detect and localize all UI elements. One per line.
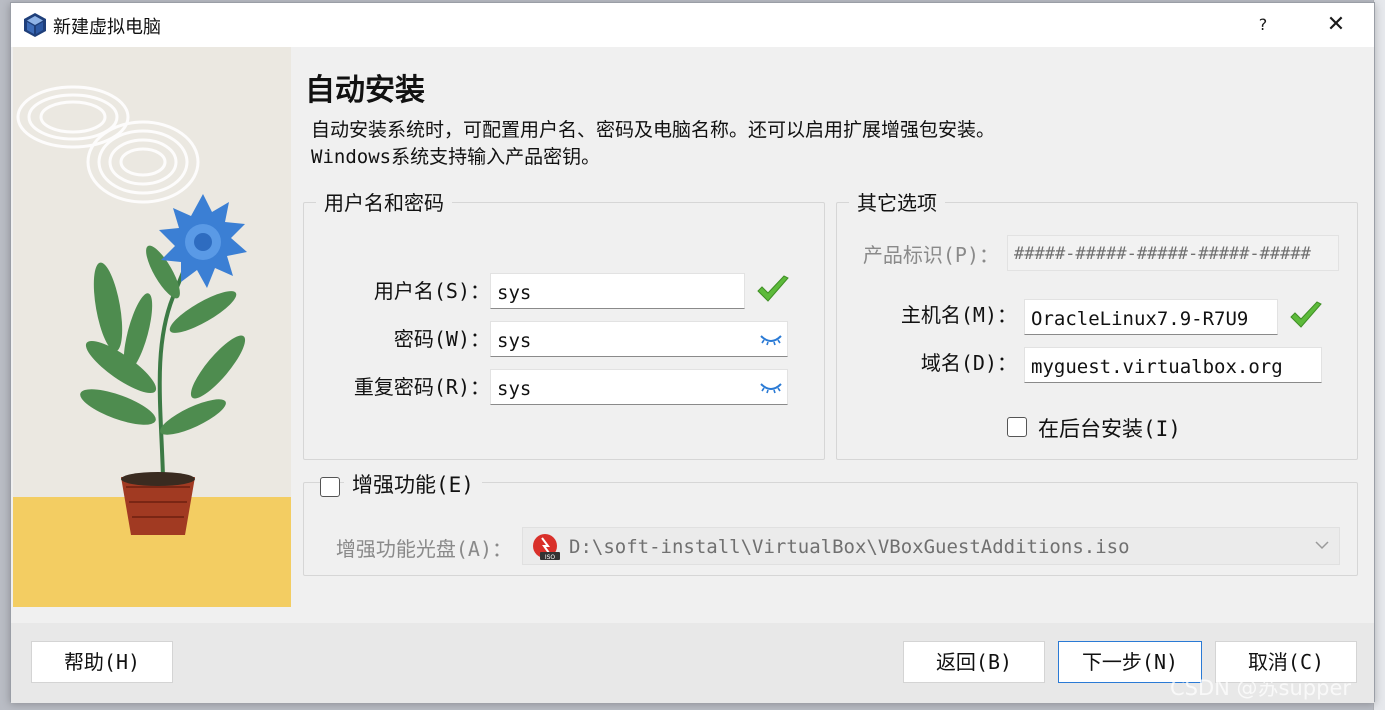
window-title: 新建虚拟电脑 [53,17,161,38]
username-field[interactable]: sys [490,273,745,309]
guest-additions-iso-label: 增强功能光盘(A)： [335,537,512,561]
help-title-button[interactable]: ? [1243,9,1283,41]
back-button[interactable]: 返回(B) [903,641,1045,683]
guest-additions-group: 增强功能(E) 增强功能光盘(A)： ISO D:\soft-install\V… [303,469,1358,576]
repeat-password-field[interactable]: sys [490,369,788,405]
show-repeat-password-eye-icon[interactable] [760,381,782,395]
guest-additions-iso-combo: ISO D:\soft-install\VirtualBox\VBoxGuest… [522,527,1340,565]
hostname-valid-check-icon [1290,301,1322,328]
guest-additions-checkbox[interactable] [320,477,340,497]
page-description-line2: Windows系统支持输入产品密钥。 [311,146,601,168]
hostname-field[interactable]: OracleLinux7.9-R7U9 [1024,299,1278,335]
close-window-button[interactable]: ✕ [1314,9,1358,41]
repeat-password-label: 重复密码(R)： [353,375,490,399]
username-label: 用户名(S)： [373,279,490,303]
guest-additions-checkbox-label[interactable]: 增强功能(E) [344,469,482,499]
page-description-line1: 自动安装系统时，可配置用户名、密码及电脑名称。还可以启用扩展增强包安装。 [311,119,996,141]
other-options-group: 其它选项 产品标识(P)： #####-#####-#####-#####-##… [836,187,1358,460]
show-password-eye-icon[interactable] [760,333,782,347]
guest-additions-iso-value: D:\soft-install\VirtualBox\VBoxGuestAddi… [569,536,1130,558]
username-password-group-title: 用户名和密码 [316,187,452,216]
product-key-label: 产品标识(P)： [862,243,999,267]
wizard-content: 自动安装 自动安装系统时，可配置用户名、密码及电脑名称。还可以启用扩展增强包安装… [291,47,1374,623]
hostname-label: 主机名(M)： [900,303,1017,327]
csdn-watermark: CSDN @苏supper [1170,676,1352,700]
title-bar: 新建虚拟电脑 ? ✕ [11,3,1374,47]
background-install-label[interactable]: 在后台安装(I) [1038,413,1181,443]
chevron-down-icon [1315,541,1329,550]
iso-disc-icon: ISO [533,534,560,561]
page-description: 自动安装系统时，可配置用户名、密码及电脑名称。还可以启用扩展增强包安装。 Win… [311,117,995,171]
help-button[interactable]: 帮助(H) [31,641,173,683]
password-field[interactable]: sys [490,321,788,357]
product-key-field: #####-#####-#####-#####-##### [1007,235,1339,271]
svg-text:ISO: ISO [545,554,556,561]
background-install-checkbox[interactable] [1007,417,1027,437]
domain-label: 域名(D)： [920,351,1017,375]
other-options-group-title: 其它选项 [849,187,945,216]
domain-field[interactable]: myguest.virtualbox.org [1024,347,1322,383]
username-valid-check-icon [757,275,789,302]
wizard-illustration [13,47,291,607]
new-vm-dialog: 新建虚拟电脑 ? ✕ 自动安装 自动安装系统时，可配置用户名、密码及电脑名称。还… [10,2,1375,703]
virtualbox-app-icon [24,13,46,37]
username-password-group: 用户名和密码 用户名(S)： sys 密码(W)： sys 重复密码(R)： s… [303,187,825,460]
page-title: 自动安装 [305,73,425,108]
password-label: 密码(W)： [393,327,490,351]
potted-flower-illustration [13,47,291,607]
